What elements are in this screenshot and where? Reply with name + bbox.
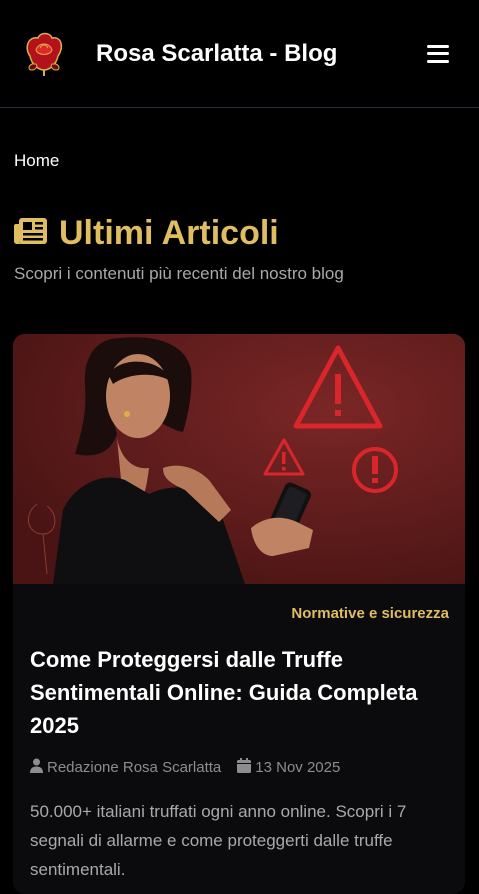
calendar-icon <box>237 758 255 777</box>
date: 13 Nov 2025 <box>237 758 340 777</box>
article-excerpt: 50.000+ italiani truffati ogni anno onli… <box>30 802 407 879</box>
user-icon <box>30 758 47 777</box>
section-title: Ultimi Articoli <box>59 214 279 252</box>
hamburger-menu-icon[interactable] <box>427 44 449 63</box>
article-title[interactable]: Come Proteggersi dalle Truffe Sentimenta… <box>30 643 450 742</box>
breadcrumb-home[interactable]: Home <box>14 151 59 171</box>
article-image[interactable] <box>13 334 465 584</box>
article-card[interactable]: Normative e sicurezza Come Proteggersi d… <box>13 334 465 894</box>
site-header: Rosa Scarlatta - Blog <box>0 0 479 108</box>
article-meta: Redazione Rosa Scarlatta 13 Nov 2025 <box>30 758 340 777</box>
rose-logo-icon[interactable] <box>22 30 66 78</box>
author: Redazione Rosa Scarlatta <box>30 758 221 777</box>
article-category[interactable]: Normative e sicurezza <box>291 605 449 622</box>
author-name: Redazione Rosa Scarlatta <box>47 759 222 776</box>
site-title[interactable]: Rosa Scarlatta - Blog <box>96 40 427 68</box>
publish-date: 13 Nov 2025 <box>255 759 341 776</box>
page-title: Ultimi Articoli <box>13 214 279 253</box>
newspaper-icon <box>13 215 49 252</box>
section-subtitle: Scopri i contenuti più recenti del nostr… <box>14 264 344 283</box>
